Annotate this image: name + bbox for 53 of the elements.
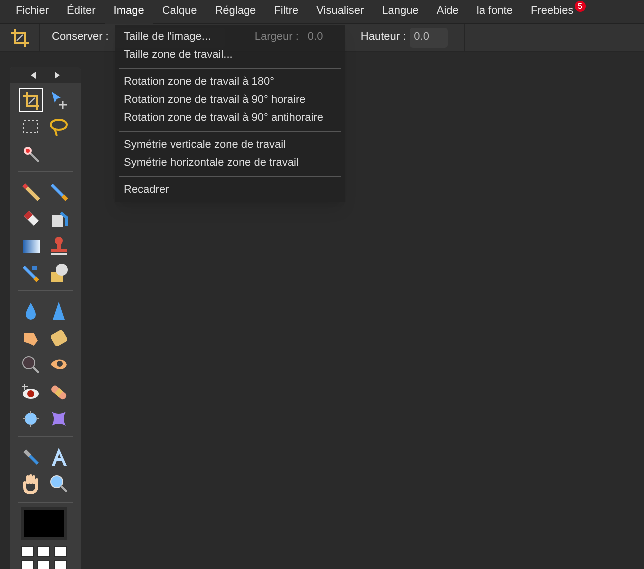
crop-icon[interactable] [10,28,28,46]
magic-wand-icon [21,144,41,164]
menu-option[interactable]: Rotation zone de travail à 180° [115,73,284,91]
tool-button[interactable] [19,88,43,112]
eyedropper-icon [21,447,41,467]
preset-square[interactable] [54,546,67,557]
shapes-icon [49,263,69,283]
keep-label: Conserver : [52,30,109,46]
menu-item[interactable]: Langue [373,0,428,24]
width-field[interactable]: 0.0 [304,28,345,48]
brush-icon [49,182,69,202]
preset-square[interactable] [21,546,34,557]
notification-badge: 5 [574,0,586,12]
preset-square[interactable] [37,546,50,557]
color-swatch[interactable] [21,507,67,540]
menu-item[interactable]: Réglage [206,0,266,24]
menu-item[interactable]: Fichier [7,0,58,24]
text-tool-icon [49,447,69,467]
menu-item[interactable]: Éditer [58,0,105,24]
crop-icon [21,90,41,110]
menu-option[interactable]: Rotation zone de travail à 90° horaire [115,91,315,109]
right-arrow-icon[interactable] [54,72,60,78]
menu-item[interactable]: Calque [153,0,206,24]
menu-option[interactable]: Rotation zone de travail à 90° antihoraire [115,109,332,127]
zoom-icon [49,474,69,494]
menu-option[interactable]: Taille zone de travail... [115,46,242,64]
menu-item[interactable]: Aide [428,0,468,24]
menu-item[interactable]: Visualiser [308,0,374,24]
left-arrow-icon[interactable] [31,72,36,78]
height-label: Hauteur : [360,30,406,46]
lasso-icon [49,117,69,137]
menu-item[interactable]: Freebies 5 [522,0,583,24]
menu-item[interactable]: la fonte [468,0,522,24]
width-label: Largeur : [254,30,299,46]
paint-bucket-icon [49,209,69,229]
hand-icon [21,474,41,494]
pencil-icon [21,182,41,202]
height-field[interactable]: 0.0 [410,28,448,48]
burn-tool-icon [21,355,41,375]
menu-option[interactable]: Symétrie verticale zone de travail [115,136,296,154]
pinch-icon [49,409,69,429]
preset-square[interactable] [37,560,50,569]
menu-option[interactable]: Recadrer [115,181,178,199]
cursor-move-icon [49,90,69,110]
menu-item[interactable]: Filtre [265,0,308,24]
menu-option[interactable]: Taille de l'image... [115,28,220,46]
menu-option[interactable]: Symétrie horizontale zone de travail [115,154,308,172]
stamp-icon [49,236,69,256]
preset-square[interactable] [54,560,67,569]
preset-square[interactable] [21,560,34,569]
brush-swap-icon [21,263,41,283]
bloat-icon [21,409,41,429]
eye-icon [21,382,41,402]
